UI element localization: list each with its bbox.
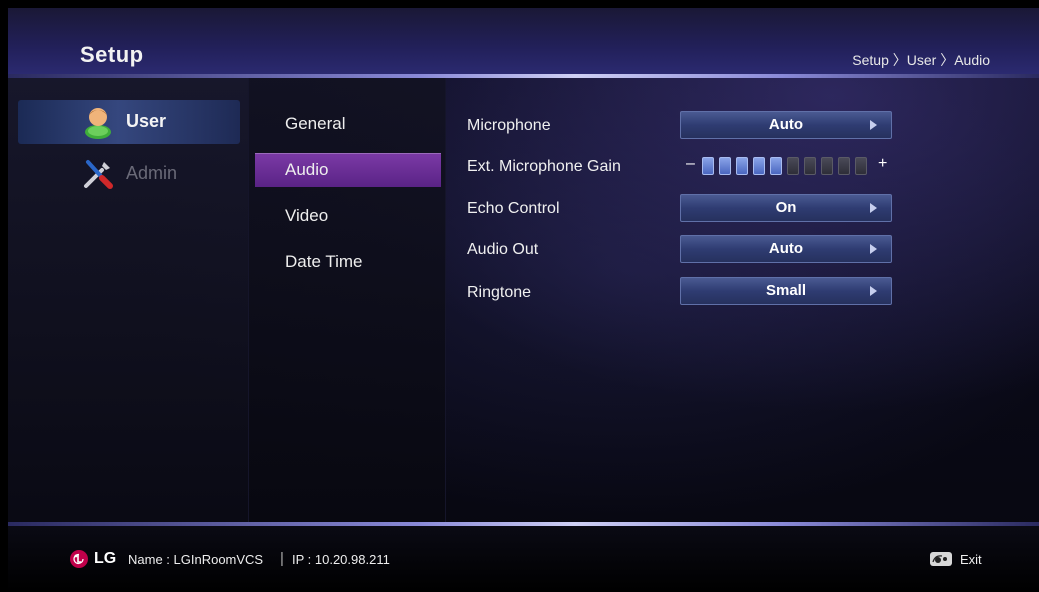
gain-segment: [855, 157, 867, 175]
category-label: User: [126, 111, 167, 131]
category-user[interactable]: User: [18, 100, 240, 144]
gain-segment: [719, 157, 731, 175]
ringtone-selector[interactable]: Small: [680, 277, 892, 305]
device-name: Name : LGInRoomVCS: [128, 552, 264, 567]
arrow-right-icon: [870, 203, 877, 213]
microphone-label: Microphone: [467, 117, 551, 134]
user-icon: [85, 108, 111, 139]
echo-control-value: On: [775, 199, 797, 216]
microphone-selector[interactable]: Auto: [680, 111, 892, 139]
ringtone-value: Small: [765, 282, 807, 299]
gain-segment: [770, 157, 782, 175]
gain-segment: [838, 157, 850, 175]
increase-icon[interactable]: +: [878, 155, 887, 173]
category-admin[interactable]: Admin: [18, 152, 240, 196]
category-label: Admin: [126, 163, 178, 183]
page-title: Setup: [80, 42, 144, 67]
footer-bar: LG Name : LGInRoomVCS | IP : 10.20.98.21…: [8, 526, 1039, 592]
echo-control-selector[interactable]: On: [680, 194, 892, 222]
gain-segment: [821, 157, 833, 175]
submenu-general[interactable]: General: [263, 107, 441, 141]
setup-screen: Setup Setup 〉User 〉Audio User Admin Gene…: [8, 8, 1039, 592]
arrow-right-icon: [870, 244, 877, 254]
remote-exit-icon: [930, 552, 952, 566]
submenu-audio[interactable]: Audio: [255, 153, 441, 187]
lg-logo-icon: [70, 550, 88, 568]
audio-out-selector[interactable]: Auto: [680, 235, 892, 263]
submenu-date-time[interactable]: Date Time: [263, 245, 441, 279]
gain-segment: [753, 157, 765, 175]
category-column: User Admin: [8, 78, 248, 524]
arrow-right-icon: [870, 286, 877, 296]
microphone-value: Auto: [768, 116, 804, 133]
exit-button[interactable]: Exit: [960, 552, 982, 567]
footer-separator: |: [280, 550, 284, 567]
brand-name: LG: [94, 550, 117, 567]
breadcrumb: Setup 〉User 〉Audio: [852, 52, 990, 68]
ext-mic-gain-label: Ext. Microphone Gain: [467, 158, 621, 175]
header-bar: Setup Setup 〉User 〉Audio: [8, 8, 1039, 74]
audio-out-label: Audio Out: [467, 241, 539, 258]
arrow-right-icon: [870, 120, 877, 130]
submenu-video[interactable]: Video: [263, 199, 441, 233]
echo-control-label: Echo Control: [467, 200, 560, 217]
gain-segment: [736, 157, 748, 175]
gain-segment: [787, 157, 799, 175]
ext-mic-gain-slider[interactable]: – +: [686, 155, 887, 179]
decrease-icon[interactable]: –: [686, 155, 695, 173]
submenu-column: General Audio Video Date Time: [248, 78, 446, 524]
ringtone-label: Ringtone: [467, 284, 532, 301]
audio-out-value: Auto: [768, 240, 804, 257]
tools-icon: [84, 160, 113, 189]
gain-segment: [804, 157, 816, 175]
gain-segment: [702, 157, 714, 175]
ip-address: IP : 10.20.98.211: [292, 552, 390, 567]
